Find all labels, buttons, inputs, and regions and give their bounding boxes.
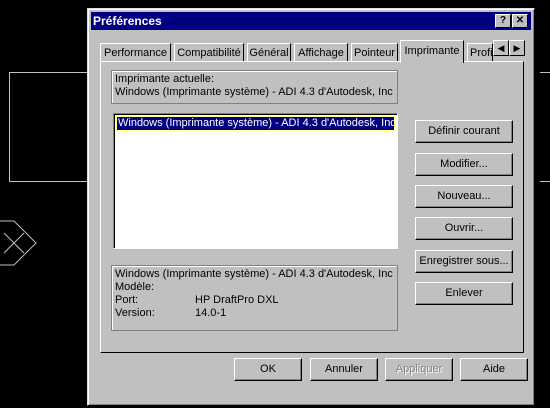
dialog-title: Préférences [93,14,162,28]
tab-affichage[interactable]: Affichage [294,43,348,61]
printer-details-box: Windows (Imprimante système) - ADI 4.3 d… [111,265,398,331]
preferences-dialog: Préférences ? ✕ Performance Compatibilit… [87,8,535,406]
current-printer-value: Windows (Imprimante système) - ADI 4.3 d… [115,86,393,98]
save-as-button[interactable]: Enregistrer sous... [415,250,513,273]
model-label: Modèle: [115,281,155,293]
tab-scroll-left-icon[interactable]: ◀ [493,40,509,56]
printer-listbox[interactable]: Windows (Imprimante système) - ADI 4.3 d… [113,113,398,249]
printer-tab-panel: Imprimante actuelle: Windows (Imprimante… [100,61,524,353]
current-printer-box: Imprimante actuelle: Windows (Imprimante… [111,70,398,104]
tab-imprimante[interactable]: Imprimante [400,40,464,63]
cancel-button[interactable]: Annuler [310,358,378,381]
background-drawing-rectangle-right [540,72,550,182]
dialog-titlebar[interactable]: Préférences ? ✕ [91,12,531,30]
modify-button[interactable]: Modifier... [415,153,513,176]
help-icon[interactable]: ? [495,14,511,28]
tab-pointeur[interactable]: Pointeur [351,43,398,61]
tab-profil[interactable]: Profil [467,43,493,61]
tab-compatibilite[interactable]: Compatibilité [174,43,244,61]
version-label: Version: [115,307,155,319]
open-button[interactable]: Ouvrir... [415,217,513,240]
apply-button[interactable]: Appliquer [385,358,453,381]
ok-button[interactable]: OK [234,358,302,381]
ucs-arrow-icon [0,220,37,266]
tab-general[interactable]: Général [247,43,291,61]
new-button[interactable]: Nouveau... [415,185,513,208]
set-current-button[interactable]: Définir courant [415,120,513,143]
close-icon[interactable]: ✕ [512,14,528,28]
list-item[interactable]: Windows (Imprimante système) - ADI 4.3 d… [116,116,395,131]
tab-performance[interactable]: Performance [100,43,171,61]
details-printer-name: Windows (Imprimante système) - ADI 4.3 d… [115,268,393,280]
port-label: Port: [115,294,139,306]
port-value: HP DraftPro DXL [195,294,279,306]
version-value: 14.0-1 [195,307,227,319]
help-button[interactable]: Aide [460,358,528,381]
tab-scroll-right-icon[interactable]: ▶ [509,40,525,56]
current-printer-label: Imprimante actuelle: [115,73,215,85]
background-drawing-rectangle [9,72,90,182]
remove-button[interactable]: Enlever [415,282,513,305]
